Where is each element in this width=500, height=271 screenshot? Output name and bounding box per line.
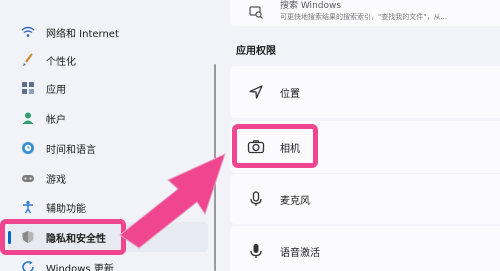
annotation-arrow xyxy=(119,153,226,249)
settings-window: 网络和 Internet 个性化 应用 帐户 时间和语言 游戏 辅助功能 隐私和… xyxy=(0,0,500,271)
